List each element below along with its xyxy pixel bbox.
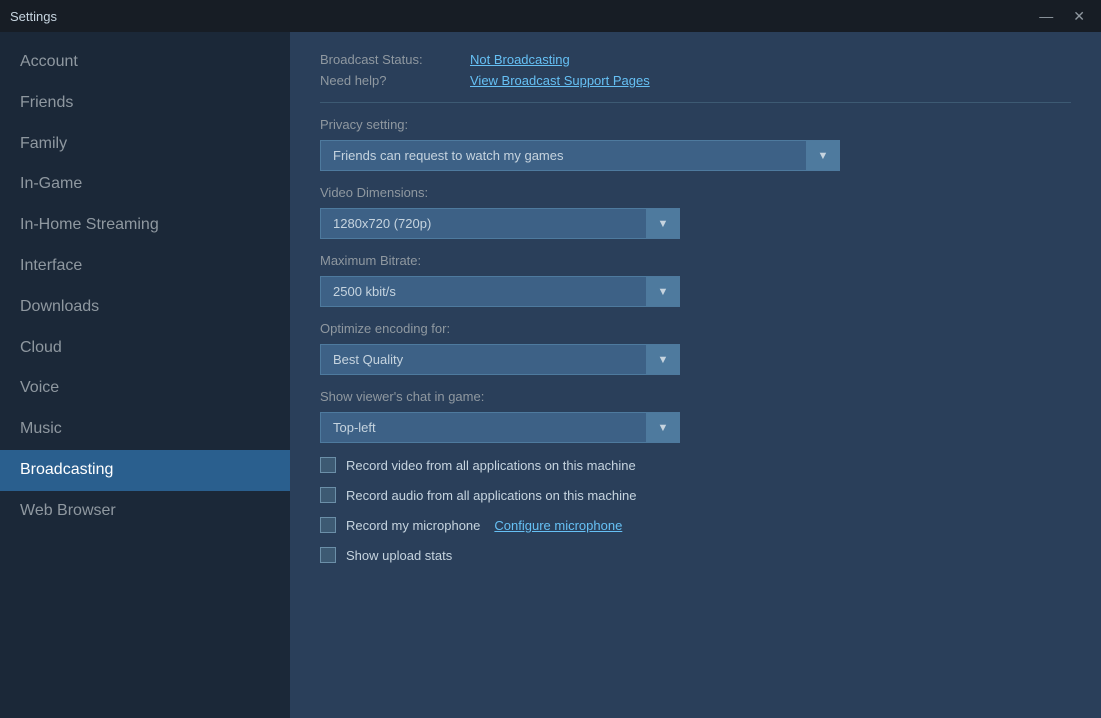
record-audio-label: Record audio from all applications on th…	[346, 488, 637, 503]
optimize-wrapper: Best QualityFastest encodingBalanced ▼	[320, 344, 680, 375]
divider-1	[320, 102, 1071, 103]
sidebar-item-in-home-streaming[interactable]: In-Home Streaming	[0, 205, 290, 246]
sidebar-item-in-game[interactable]: In-Game	[0, 164, 290, 205]
need-help-row: Need help? View Broadcast Support Pages	[320, 73, 1071, 88]
record-video-label: Record video from all applications on th…	[346, 458, 636, 473]
sidebar: AccountFriendsFamilyIn-GameIn-Home Strea…	[0, 32, 290, 718]
minimize-button[interactable]: —	[1033, 7, 1059, 25]
content-area: AccountFriendsFamilyIn-GameIn-Home Strea…	[0, 32, 1101, 718]
window-title: Settings	[10, 9, 57, 24]
need-help-label: Need help?	[320, 73, 450, 88]
video-dimensions-wrapper: 1280x720 (720p)1920x1080 (1080p)854x480 …	[320, 208, 680, 239]
record-audio-checkbox[interactable]	[320, 487, 336, 503]
video-dimensions-dropdown[interactable]: 1280x720 (720p)1920x1080 (1080p)854x480 …	[320, 208, 680, 239]
upload-stats-checkbox[interactable]	[320, 547, 336, 563]
record-video-checkbox[interactable]	[320, 457, 336, 473]
max-bitrate-dropdown[interactable]: 2500 kbit/s5000 kbit/s1000 kbit/s500 kbi…	[320, 276, 680, 307]
title-bar: Settings — ✕	[0, 0, 1101, 32]
sidebar-item-downloads[interactable]: Downloads	[0, 287, 290, 328]
configure-mic-link[interactable]: Configure microphone	[494, 518, 622, 533]
record-mic-checkbox[interactable]	[320, 517, 336, 533]
settings-window: Settings — ✕ AccountFriendsFamilyIn-Game…	[0, 0, 1101, 718]
max-bitrate-wrapper: 2500 kbit/s5000 kbit/s1000 kbit/s500 kbi…	[320, 276, 680, 307]
privacy-setting-label: Privacy setting:	[320, 117, 1071, 132]
chat-label: Show viewer's chat in game:	[320, 389, 1071, 404]
record-video-row: Record video from all applications on th…	[320, 457, 1071, 473]
sidebar-item-music[interactable]: Music	[0, 409, 290, 450]
optimize-dropdown[interactable]: Best QualityFastest encodingBalanced	[320, 344, 680, 375]
sidebar-item-cloud[interactable]: Cloud	[0, 328, 290, 369]
privacy-dropdown[interactable]: Friends can request to watch my gamesAny…	[320, 140, 840, 171]
optimize-label: Optimize encoding for:	[320, 321, 1071, 336]
view-support-link[interactable]: View Broadcast Support Pages	[470, 73, 650, 88]
close-button[interactable]: ✕	[1067, 7, 1091, 25]
broadcast-status-link[interactable]: Not Broadcasting	[470, 52, 570, 67]
chat-dropdown[interactable]: Top-leftTop-rightBottom-leftBottom-right…	[320, 412, 680, 443]
upload-stats-row: Show upload stats	[320, 547, 1071, 563]
chat-wrapper: Top-leftTop-rightBottom-leftBottom-right…	[320, 412, 680, 443]
sidebar-item-web-browser[interactable]: Web Browser	[0, 491, 290, 532]
upload-stats-label: Show upload stats	[346, 548, 452, 563]
broadcast-status-label: Broadcast Status:	[320, 52, 450, 67]
record-audio-row: Record audio from all applications on th…	[320, 487, 1071, 503]
broadcast-status-row: Broadcast Status: Not Broadcasting	[320, 52, 1071, 67]
sidebar-item-family[interactable]: Family	[0, 124, 290, 165]
main-panel: Broadcast Status: Not Broadcasting Need …	[290, 32, 1101, 718]
record-mic-label: Record my microphone	[346, 518, 480, 533]
record-mic-row: Record my microphone Configure microphon…	[320, 517, 1071, 533]
privacy-dropdown-wrapper: Friends can request to watch my gamesAny…	[320, 140, 840, 171]
max-bitrate-label: Maximum Bitrate:	[320, 253, 1071, 268]
sidebar-item-account[interactable]: Account	[0, 42, 290, 83]
sidebar-item-friends[interactable]: Friends	[0, 83, 290, 124]
title-bar-controls: — ✕	[1033, 7, 1091, 25]
sidebar-item-interface[interactable]: Interface	[0, 246, 290, 287]
sidebar-item-voice[interactable]: Voice	[0, 368, 290, 409]
sidebar-item-broadcasting[interactable]: Broadcasting	[0, 450, 290, 491]
video-dimensions-label: Video Dimensions:	[320, 185, 1071, 200]
